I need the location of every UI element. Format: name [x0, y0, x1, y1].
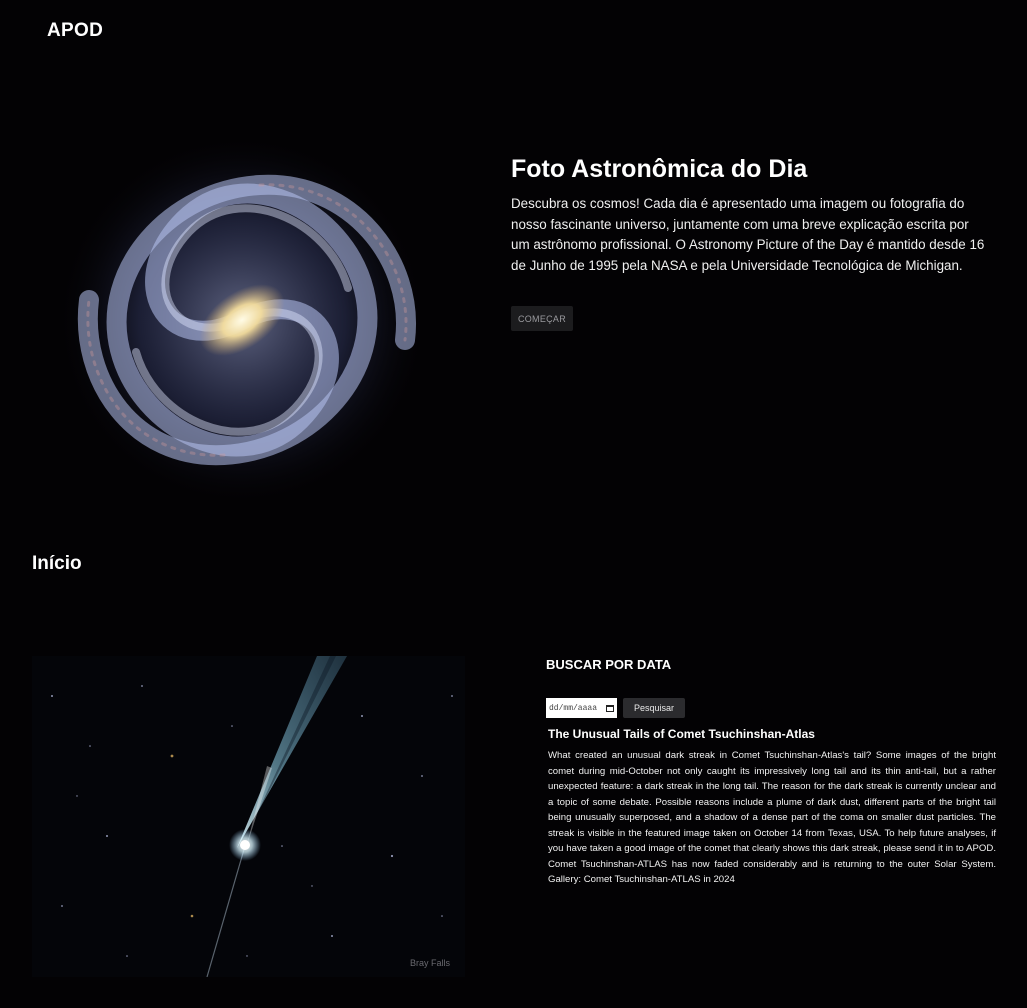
- brand-logo[interactable]: APOD: [47, 20, 103, 42]
- date-placeholder: dd/mm/aaaa: [549, 703, 598, 713]
- start-button[interactable]: COMEÇAR: [511, 306, 573, 331]
- hero-title: Foto Astronômica do Dia: [511, 155, 808, 183]
- hero-description: Descubra os cosmos! Cada dia é apresenta…: [511, 196, 985, 273]
- apod-explanation: What created an unusual dark streak in C…: [548, 750, 996, 885]
- section-title: Início: [32, 553, 82, 574]
- image-credit: Bray Falls: [409, 958, 450, 968]
- search-button[interactable]: Pesquisar: [623, 698, 685, 718]
- apod-title: The Unusual Tails of Comet Tsuchinshan-A…: [548, 727, 815, 741]
- date-input[interactable]: dd/mm/aaaa: [546, 698, 617, 718]
- search-title: BUSCAR POR DATA: [546, 657, 672, 672]
- milky-way-image: [60, 132, 430, 508]
- search-panel: BUSCAR POR DATA dd/mm/aaaa Pesquisar The…: [546, 657, 996, 885]
- apod-image: Bray Falls: [32, 656, 465, 977]
- calendar-icon[interactable]: [606, 704, 614, 712]
